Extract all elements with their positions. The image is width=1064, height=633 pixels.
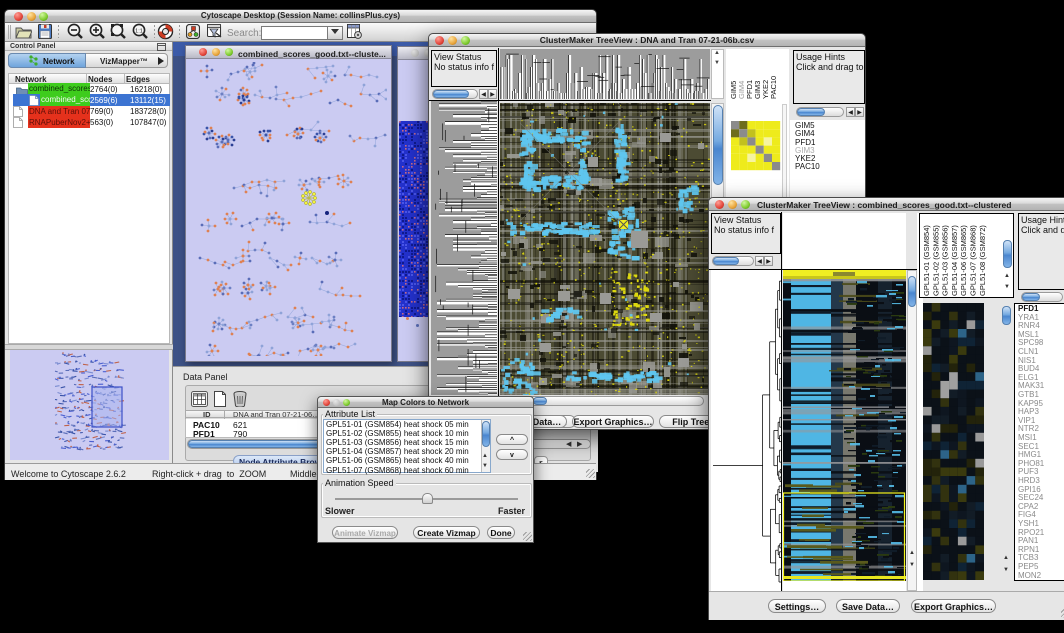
svg-text:GPL51-04 (GSM857): GPL51-04 (GSM857) xyxy=(950,225,959,296)
svg-text:GPL51-07 (GSM868): GPL51-07 (GSM868) xyxy=(969,225,978,296)
svg-text:GPL51-08 (GSM872): GPL51-08 (GSM872) xyxy=(978,225,987,296)
svg-text:PAC10: PAC10 xyxy=(769,76,778,99)
svg-text:1:1: 1:1 xyxy=(135,29,143,35)
svg-text:GPL51-01 (GSM854): GPL51-01 (GSM854) xyxy=(922,225,931,296)
svg-text:GPL51-02 (GSM855): GPL51-02 (GSM855) xyxy=(931,225,940,296)
svg-text:GPL51-06 (GSM865): GPL51-06 (GSM865) xyxy=(959,225,968,296)
svg-text:GPL51-03 (GSM856): GPL51-03 (GSM856) xyxy=(941,225,950,296)
